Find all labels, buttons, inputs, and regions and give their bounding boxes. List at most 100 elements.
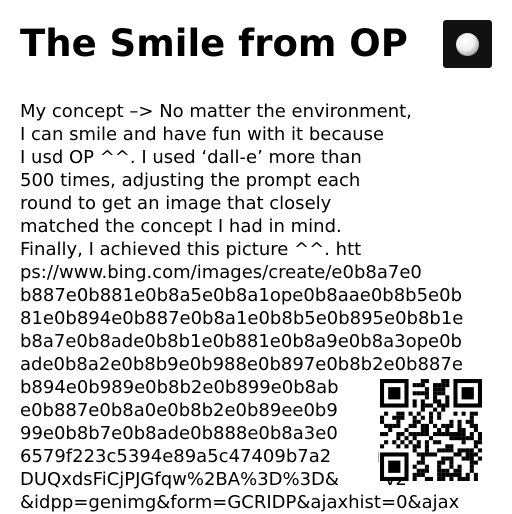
qr-module [392,423,397,428]
qr-module [449,423,454,428]
text-line: round to get an image that closely [20,193,332,214]
qr-module [416,468,421,473]
qr-module [424,432,429,437]
qr-module [441,423,446,428]
qr-module [453,411,458,416]
qr-module [465,472,470,477]
qr-module [465,419,470,424]
qr-code-icon[interactable] [379,379,483,481]
qr-module [441,472,446,477]
qr-module [437,427,442,433]
qr-module [445,468,450,473]
qr-module [420,427,425,433]
qr-module [441,468,446,473]
qr-module [408,432,413,437]
qr-module [433,407,438,412]
qr-module [473,427,478,433]
qr-module [461,411,466,416]
qr-module [437,472,442,477]
qr-module [445,472,450,477]
qr-module [469,436,474,441]
qr-module [457,452,462,457]
qr-module [453,468,458,473]
qr-module [433,432,438,437]
qr-module [416,460,421,465]
qr-module [437,391,442,396]
qr-module [445,395,450,400]
qr-module [433,452,438,457]
qr-module [441,432,446,437]
qr-module [469,448,474,453]
qr-module [412,432,417,437]
qr-module [457,468,462,473]
qr-module [404,444,409,449]
qr-module [449,444,454,449]
qr-module [473,476,478,481]
qr-module [437,387,442,392]
qr-module [469,468,474,473]
qr-module [396,411,401,416]
qr-module [441,403,446,408]
qr-module [473,444,478,449]
qr-module [396,419,401,424]
qr-module [437,415,442,420]
qr-module [453,452,458,457]
qr-module [396,432,401,437]
qr-module [469,456,474,461]
qr-module [420,383,425,388]
qr-module [420,399,425,404]
qr-module [441,387,446,392]
qr-module [433,440,438,445]
qr-module [469,432,474,437]
qr-module [416,411,421,416]
qr-module [408,440,413,445]
qr-module [396,444,401,449]
qr-module [412,399,417,404]
qr-module [416,391,421,396]
qr-module [445,448,450,453]
qr-module [433,399,438,404]
qr-module [437,476,442,481]
qr-module [449,472,454,477]
qr-module [412,403,417,408]
qr-module [412,391,417,396]
qr-module [433,423,438,428]
qr-module [380,419,385,424]
qr-module [465,436,470,441]
qr-module [465,476,470,481]
qr-module [420,391,425,396]
qr-module [477,456,482,461]
text-line: Finally, I achieved this picture ^^. htt [20,239,362,260]
qr-module [437,411,442,416]
text-line: b8a7e0b8ade0b8b1e0b881e0b8a9e0b8a3ope0b [20,331,462,352]
qr-module [473,423,478,428]
qr-module [380,415,385,420]
qr-module [477,448,482,453]
qr-module [388,460,401,473]
qr-module [461,440,466,445]
qr-module [473,460,478,465]
qr-module [384,440,389,445]
qr-module [461,436,466,441]
qr-module [461,432,466,437]
text-line: I usd OP ^^. I used ‘dall-e’ more than [20,147,362,168]
qr-module [428,415,434,420]
qr-module [457,476,462,481]
qr-module [420,452,425,457]
qr-module [416,452,421,457]
qr-module [465,448,470,453]
page-title: The Smile from OP [20,22,408,65]
qr-module [400,415,405,420]
qr-module [445,379,450,384]
qr-module [437,468,442,473]
text-line: b887e0b881e0b8a5e0b8a1ope0b8aae0b8b5e0b [20,285,463,306]
qr-module [400,440,405,445]
qr-module [424,379,429,384]
qr-module [445,403,450,408]
qr-module [461,427,466,433]
qr-module [412,415,417,420]
qr-module [412,419,417,424]
qr-module [453,436,458,441]
qr-module [457,432,462,437]
qr-module [441,448,446,453]
